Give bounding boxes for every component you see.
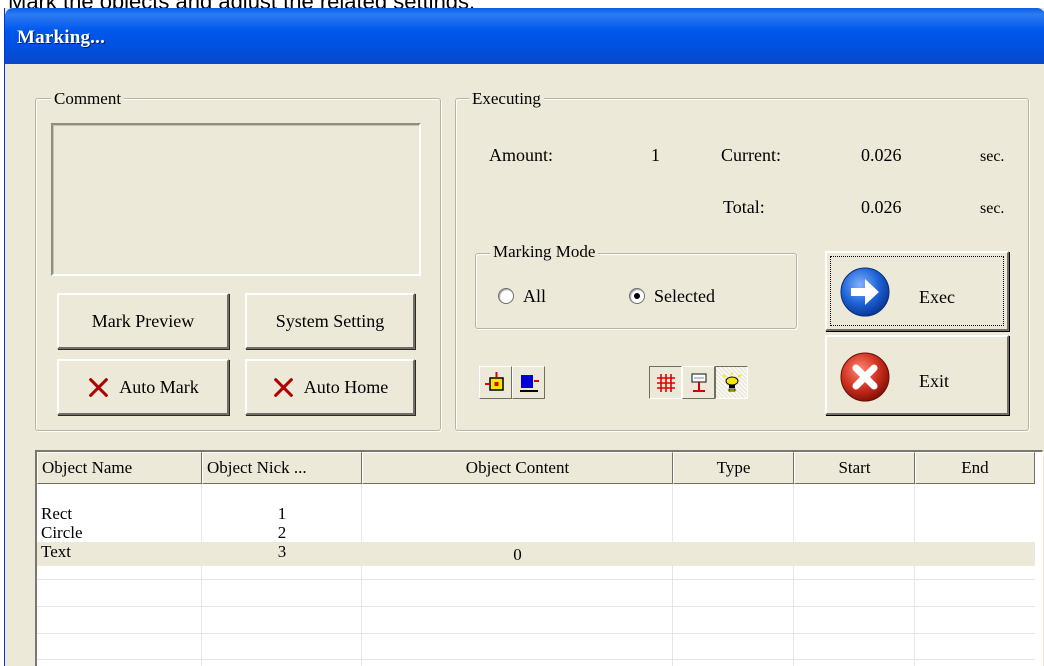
grid-line [37, 579, 1035, 580]
column-type[interactable]: Type [673, 452, 794, 484]
amount-label: Amount: [489, 145, 554, 165]
comment-legend: Comment [51, 89, 125, 109]
current-value: 0.026 [861, 145, 902, 165]
mark-preview-label: Mark Preview [91, 310, 195, 331]
window-title: Marking... [17, 27, 106, 48]
exec-label: Exec [919, 287, 955, 307]
table-header: Object Name Object Nick ... Object Conte… [37, 452, 1035, 484]
current-unit: sec. [980, 148, 1005, 165]
marker-head-icon [690, 372, 707, 392]
column-label: End [961, 458, 989, 477]
grid-line [37, 633, 1035, 634]
cell-object-name: Circle [41, 523, 83, 542]
cell-object-name: Text [41, 542, 71, 561]
column-object-name[interactable]: Object Name [37, 452, 202, 484]
system-setting-button[interactable]: System Setting [245, 293, 415, 349]
cell-object-nick: 3 [277, 542, 287, 561]
close-icon [840, 352, 890, 402]
marker-head-button[interactable] [682, 366, 715, 399]
title-bar[interactable]: Marking... [5, 8, 1044, 64]
comment-textarea[interactable] [51, 123, 421, 276]
cross-icon [87, 376, 109, 398]
column-label: Object Nick ... [207, 458, 307, 477]
marking-mode-legend: Marking Mode [490, 242, 599, 262]
light-button[interactable] [715, 366, 748, 399]
marking-dialog: Marking... Comment Mark Preview System S… [4, 8, 1044, 666]
cell-object-name: Rect [41, 504, 73, 523]
object-align-icon [519, 374, 539, 392]
cell-object-nick: 2 [277, 523, 287, 542]
exit-button[interactable]: Exit [825, 335, 1009, 415]
object-table[interactable]: Object Name Object Nick ... Object Conte… [35, 450, 1043, 666]
total-unit: sec. [980, 200, 1005, 217]
cross-icon [272, 376, 294, 398]
object-align-button[interactable] [512, 366, 545, 399]
column-label: Type [716, 458, 751, 477]
arrow-right-icon [840, 267, 890, 317]
column-start[interactable]: Start [794, 452, 915, 484]
radio-all[interactable] [498, 288, 514, 304]
light-icon [722, 371, 741, 391]
mark-preview-button[interactable]: Mark Preview [57, 293, 229, 349]
exit-label: Exit [919, 371, 949, 391]
total-value: 0.026 [861, 197, 902, 217]
object-frame-button[interactable] [479, 366, 512, 399]
cell-object-content: 0 [513, 545, 522, 564]
grid-icon [656, 373, 675, 392]
column-object-content[interactable]: Object Content [362, 452, 673, 484]
auto-home-button[interactable]: Auto Home [245, 359, 415, 415]
object-frame-icon [484, 371, 504, 391]
radio-all-label[interactable]: All [523, 286, 546, 306]
executing-legend: Executing [469, 89, 544, 109]
exec-button[interactable]: Exec [825, 251, 1009, 331]
auto-mark-button[interactable]: Auto Mark [57, 359, 229, 415]
column-object-nick[interactable]: Object Nick ... [202, 452, 362, 484]
cell-object-nick: 1 [277, 504, 287, 523]
column-label: Object Content [465, 458, 570, 477]
column-label: Object Name [42, 458, 133, 477]
table-row[interactable]: Rect 1 [37, 504, 1035, 523]
amount-value: 1 [651, 145, 660, 165]
radio-selected-label[interactable]: Selected [654, 286, 715, 306]
auto-home-label: Auto Home [303, 376, 389, 397]
grid-line [37, 659, 1035, 660]
column-end[interactable]: End [915, 452, 1035, 484]
auto-mark-label: Auto Mark [119, 376, 199, 397]
total-label: Total: [723, 197, 765, 217]
grid-button[interactable] [649, 366, 682, 399]
current-label: Current: [721, 145, 781, 165]
cell-object-content [362, 504, 673, 523]
column-label: Start [838, 458, 871, 477]
radio-selected[interactable] [629, 288, 645, 304]
system-setting-label: System Setting [275, 310, 385, 331]
table-row[interactable]: Circle 2 [37, 523, 1035, 542]
table-row-selected[interactable]: Text 3 0 [37, 542, 1035, 566]
grid-line [37, 606, 1035, 607]
cell-object-content [362, 523, 673, 542]
